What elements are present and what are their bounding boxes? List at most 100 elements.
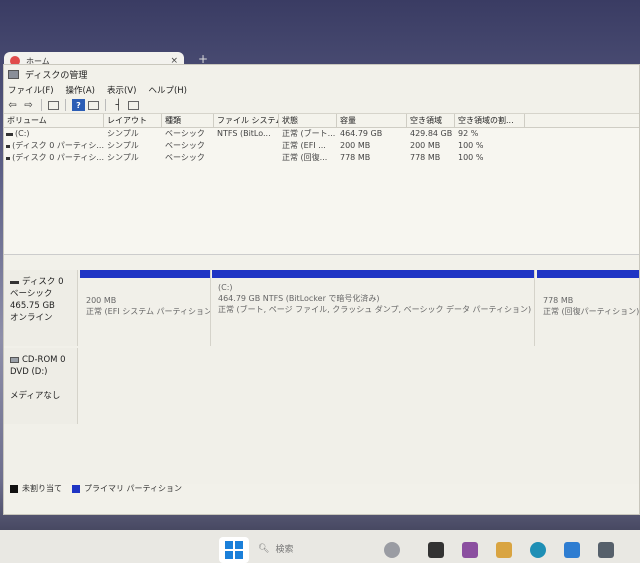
column-header-free-space[interactable]: 空き領域 [407, 114, 455, 127]
partition-recovery[interactable]: 778 MB 正常 (回復パーティション) [537, 270, 640, 346]
column-header-capacity[interactable]: 容量 [337, 114, 407, 127]
menu-help[interactable]: ヘルプ(H) [148, 84, 187, 96]
column-header-filesystem[interactable]: ファイル システム [214, 114, 279, 127]
toolbar-separator [105, 99, 106, 111]
type-cell: ベーシック [165, 141, 205, 150]
primary-partition-stripe [537, 270, 639, 278]
cd-drive-icon [10, 357, 19, 363]
console-tree-icon[interactable] [48, 100, 59, 110]
taskbar: 🔍︎ 検索 [0, 530, 640, 563]
disk-map: ディスク 0 ベーシック 465.75 GB オンライン 200 MB 正常 (… [4, 270, 640, 484]
partition-size: 200 MB [86, 296, 117, 305]
table-row[interactable]: (ディスク 0 パーティシ... シンプル ベーシック 正常 (回復... 77… [4, 152, 639, 164]
type-cell: ベーシック [165, 129, 205, 138]
menu-bar: ファイル(F) 操作(A) 表示(V) ヘルプ(H) [4, 83, 639, 97]
filesystem-cell [214, 140, 279, 152]
cdrom-0-drive: DVD (D:) [10, 367, 48, 377]
forward-arrow-icon[interactable]: ⇨ [22, 99, 35, 111]
cdrom-0-row: CD-ROM 0 DVD (D:) メディアなし [4, 348, 639, 424]
file-explorer-icon[interactable] [496, 542, 512, 558]
volume-list: ボリューム レイアウト 種類 ファイル システム 状態 容量 空き領域 空き領域… [4, 114, 639, 255]
free-space-cell: 200 MB [410, 141, 441, 150]
layout-cell: シンプル [107, 141, 139, 150]
partition-title: (C:) [218, 283, 233, 292]
cdrom-0-label[interactable]: CD-ROM 0 DVD (D:) メディアなし [4, 348, 78, 424]
primary-partition-swatch [72, 484, 80, 493]
capacity-cell: 464.79 GB [340, 129, 383, 138]
column-header-type[interactable]: 種類 [162, 114, 214, 127]
properties-icon[interactable] [88, 100, 99, 110]
free-percent-cell: 92 % [458, 129, 479, 138]
layout-cell: シンプル [107, 153, 139, 162]
primary-partition-stripe [212, 270, 534, 278]
disk-0-size: 465.75 GB [10, 301, 55, 311]
disk-0-name: ディスク 0 [22, 277, 64, 287]
back-arrow-icon[interactable]: ⇦ [6, 99, 19, 111]
volume-icon [6, 144, 11, 148]
disk-0-status: オンライン [10, 313, 53, 323]
disk-0-row: ディスク 0 ベーシック 465.75 GB オンライン 200 MB 正常 (… [4, 270, 640, 346]
legend-primary: プライマリ パーティション [84, 484, 183, 493]
partition-status: 正常 (回復パーティション) [543, 307, 640, 316]
widgets-icon[interactable] [384, 542, 400, 558]
status-cell: 正常 (回復... [282, 153, 328, 162]
volume-name: (ディスク 0 パーティシ... [12, 153, 104, 162]
disk-0-label[interactable]: ディスク 0 ベーシック 465.75 GB オンライン [4, 270, 78, 346]
layout-cell: シンプル [107, 129, 139, 138]
edge-browser-icon[interactable] [530, 542, 546, 558]
disk-management-icon [8, 69, 19, 79]
menu-file[interactable]: ファイル(F) [8, 84, 54, 96]
free-percent-cell: 100 % [458, 141, 484, 150]
connect-disk-icon[interactable]: ┤ [112, 99, 125, 111]
column-header-layout[interactable]: レイアウト [104, 114, 162, 127]
legend-unallocated: 未割り当て [22, 484, 62, 493]
cdrom-0-name: CD-ROM 0 [22, 355, 66, 365]
type-cell: ベーシック [165, 153, 205, 162]
disk-icon [10, 280, 19, 284]
volume-icon [6, 132, 13, 136]
column-header-volume[interactable]: ボリューム [4, 114, 104, 127]
toolbar-separator [65, 99, 66, 111]
filesystem-cell: NTFS (BitLo... [217, 129, 271, 138]
primary-partition-stripe [80, 270, 210, 278]
task-view-icon[interactable] [428, 542, 444, 558]
list-view-icon[interactable] [128, 100, 139, 110]
toolbar-separator [41, 99, 42, 111]
title-bar: ディスクの管理 [4, 65, 639, 83]
partition-efi[interactable]: 200 MB 正常 (EFI システム パーティション) [80, 270, 211, 346]
window-title: ディスクの管理 [25, 70, 88, 81]
app-icon[interactable] [462, 542, 478, 558]
start-button[interactable] [219, 537, 249, 563]
menu-view[interactable]: 表示(V) [107, 84, 136, 96]
partition-size: 464.79 GB NTFS (BitLocker で暗号化済み) [218, 294, 380, 303]
legend: 未割り当て プライマリ パーティション [10, 483, 182, 494]
volume-name: (ディスク 0 パーティシ... [12, 141, 104, 150]
help-icon[interactable]: ? [72, 99, 85, 111]
filesystem-cell [214, 152, 279, 164]
column-header-free-percent[interactable]: 空き領域の割... [455, 114, 525, 127]
toolbar: ⇦ ⇨ ? ┤ [4, 97, 639, 114]
column-header-status[interactable]: 状態 [279, 114, 337, 127]
volume-list-header: ボリューム レイアウト 種類 ファイル システム 状態 容量 空き領域 空き領域… [4, 114, 639, 128]
settings-icon[interactable] [598, 542, 614, 558]
windows-logo-icon [225, 541, 233, 549]
partition-status: 正常 (ブート, ページ ファイル, クラッシュ ダンプ, ベーシック データ … [218, 305, 532, 314]
partition-c[interactable]: (C:) 464.79 GB NTFS (BitLocker で暗号化済み) 正… [212, 270, 535, 346]
search-icon: 🔍︎ [258, 543, 270, 554]
search-label: 検索 [275, 545, 294, 555]
free-percent-cell: 100 % [458, 153, 484, 162]
store-icon[interactable] [564, 542, 580, 558]
taskbar-search[interactable]: 🔍︎ 検索 [258, 542, 294, 556]
free-space-cell: 778 MB [410, 153, 441, 162]
unallocated-swatch [10, 484, 18, 493]
volume-icon [6, 156, 11, 160]
table-row[interactable]: (C:) シンプル ベーシック NTFS (BitLo... 正常 (ブート..… [4, 128, 639, 140]
capacity-cell: 200 MB [340, 141, 371, 150]
disk-management-window: ディスクの管理 ファイル(F) 操作(A) 表示(V) ヘルプ(H) ⇦ ⇨ ?… [3, 64, 640, 515]
status-cell: 正常 (EFI ... [282, 141, 326, 150]
status-cell: 正常 (ブート... [282, 129, 336, 138]
menu-action[interactable]: 操作(A) [66, 84, 95, 96]
table-row[interactable]: (ディスク 0 パーティシ... シンプル ベーシック 正常 (EFI ... … [4, 140, 639, 152]
volume-name: (C:) [15, 129, 30, 138]
partition-size: 778 MB [543, 296, 574, 305]
